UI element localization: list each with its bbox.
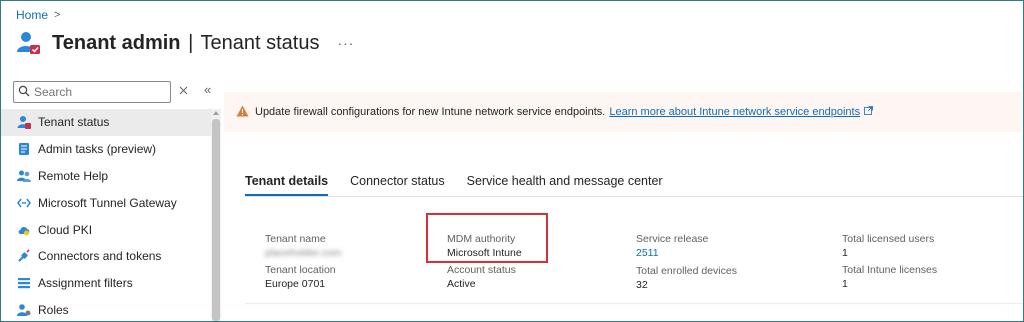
sidebar-item-label: Connectors and tokens (38, 249, 162, 264)
tenant-location-label: Tenant location (265, 264, 336, 276)
sidebar-item-cloud-pki[interactable]: Cloud PKI (1, 216, 211, 243)
total-intune-licenses-field: Total Intune licenses 1 (842, 264, 937, 290)
total-enrolled-label: Total enrolled devices (636, 265, 737, 277)
sidebar-item-label: Tenant status (38, 115, 110, 130)
details-divider (245, 303, 1023, 304)
sidebar-nav: Tenant status Admin tasks (preview) Remo… (1, 109, 211, 322)
page-title: Tenant admin | Tenant status (52, 32, 319, 55)
tabs-divider (245, 196, 1023, 197)
remote-help-icon (17, 169, 31, 183)
total-intune-licenses-label: Total Intune licenses (842, 264, 938, 276)
search-icon (18, 85, 30, 100)
tenant-name-label: Tenant name (265, 233, 326, 245)
banner-learn-more-link[interactable]: Learn more about Intune network service … (609, 106, 860, 118)
notification-banner: Update firewall configurations for new I… (224, 92, 1023, 132)
tenant-name-field: Tenant name placeholder.com (265, 233, 341, 259)
account-status-value: Active (447, 278, 476, 290)
breadcrumb-home[interactable]: Home (16, 8, 48, 22)
collapse-sidebar-icon[interactable]: « (204, 82, 211, 97)
breadcrumb-separator: > (54, 9, 61, 21)
detail-tabs: Tenant details Connector status Service … (245, 174, 685, 196)
breadcrumb: Home > (16, 8, 60, 22)
account-status-field: Account status Active (447, 264, 516, 290)
sidebar-item-label: Cloud PKI (38, 222, 93, 237)
tab-connector-status[interactable]: Connector status (350, 174, 445, 196)
service-release-link[interactable]: 2511 (636, 247, 708, 259)
cloud-pki-icon (17, 223, 31, 237)
tab-service-health[interactable]: Service health and message center (467, 174, 663, 196)
banner-text: Update firewall configurations for new I… (255, 106, 606, 118)
sidebar-item-label: Remote Help (38, 168, 109, 183)
external-link-icon[interactable] (864, 106, 873, 118)
sidebar-item-label: Admin tasks (preview) (38, 142, 157, 157)
sidebar-item-label: Assignment filters (38, 276, 133, 291)
sidebar-item-tunnel-gateway[interactable]: Microsoft Tunnel Gateway (1, 189, 211, 216)
filters-icon (17, 276, 31, 290)
warning-icon (236, 105, 249, 120)
sidebar: « Tenant status Admin tasks (preview) Re… (1, 78, 221, 321)
total-licensed-users-value: 1 (842, 247, 848, 259)
page-title-main: Tenant admin (52, 31, 181, 54)
scrollbar-thumb[interactable] (212, 119, 220, 321)
page-title-sub: Tenant status (200, 31, 320, 54)
admin-tasks-icon (17, 142, 31, 156)
total-licensed-users-label: Total licensed users (842, 233, 935, 245)
page-title-separator: | (188, 31, 194, 54)
sidebar-item-assignment-filters[interactable]: Assignment filters (1, 270, 211, 297)
sidebar-scrollbar[interactable] (211, 109, 221, 321)
sidebar-item-roles[interactable]: Roles (1, 297, 211, 322)
sidebar-item-connectors[interactable]: Connectors and tokens (1, 243, 211, 270)
total-licensed-users-field: Total licensed users 1 (842, 233, 934, 259)
tenant-status-icon (17, 115, 31, 130)
sidebar-item-admin-tasks[interactable]: Admin tasks (preview) (1, 136, 211, 163)
tenant-name-value: placeholder.com (265, 247, 342, 259)
tenant-location-field: Tenant location Europe 0701 (265, 264, 336, 290)
search-input[interactable] (34, 85, 154, 99)
sidebar-item-tenant-status[interactable]: Tenant status (1, 109, 211, 136)
total-enrolled-field: Total enrolled devices 32 (636, 265, 737, 291)
total-intune-licenses-value: 1 (842, 278, 848, 290)
roles-icon (17, 303, 31, 317)
total-enrolled-value: 32 (636, 279, 648, 291)
tab-tenant-details[interactable]: Tenant details (245, 174, 329, 196)
search-box[interactable] (13, 81, 171, 103)
mdm-authority-highlight-box (426, 213, 548, 263)
sidebar-item-remote-help[interactable]: Remote Help (1, 163, 211, 190)
connectors-icon (17, 249, 31, 263)
account-status-label: Account status (447, 264, 516, 276)
tunnel-gateway-icon (17, 196, 31, 210)
sidebar-item-label: Roles (38, 302, 69, 317)
service-release-label: Service release (636, 233, 709, 245)
more-options-button[interactable]: ··· (337, 35, 354, 51)
tenant-admin-icon (16, 30, 42, 56)
page-header: Tenant admin | Tenant status ··· (16, 28, 354, 58)
scroll-up-arrow-icon[interactable] (213, 111, 219, 115)
sidebar-item-label: Microsoft Tunnel Gateway (38, 195, 177, 210)
service-release-field: Service release 2511 (636, 233, 708, 259)
tenant-location-value: Europe 0701 (265, 278, 326, 290)
clear-search-icon[interactable] (179, 84, 188, 98)
